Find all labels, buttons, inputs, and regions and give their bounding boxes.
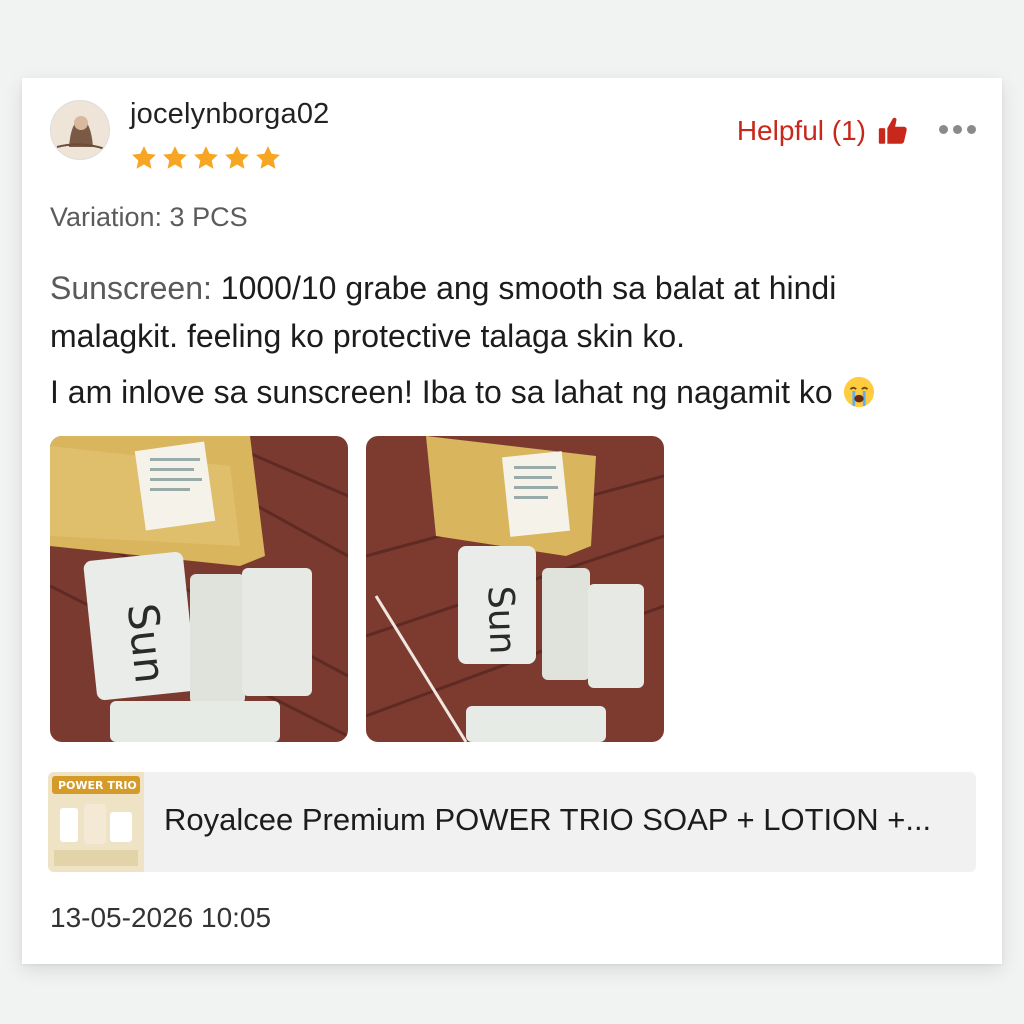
helpful-button[interactable]: Helpful (1) (737, 114, 910, 148)
helpful-label: Helpful (1) (736, 115, 866, 146)
product-thumb-text: POWER TRIO (58, 779, 137, 792)
photo-text-2: Sun (479, 585, 522, 655)
star-icon (132, 146, 156, 169)
more-options-icon[interactable] (939, 122, 976, 136)
star-icon (163, 146, 187, 169)
more-dot (967, 124, 976, 134)
photo-text-1: Sun (118, 601, 175, 686)
review-body-label: Sunscreen: (50, 270, 212, 306)
star-icon (225, 146, 249, 169)
avatar[interactable] (50, 100, 110, 160)
more-dot (939, 124, 948, 134)
review-line-2: malagkit. feeling ko protective talaga s… (50, 318, 685, 354)
review-text: Sunscreen: 1000/10 grabe ang smooth sa b… (50, 264, 970, 416)
more-dot (953, 124, 962, 134)
reviewer-username[interactable]: jocelynborga02 (130, 98, 330, 131)
product-name: Royalcee Premium POWER TRIO SOAP + LOTIO… (164, 802, 932, 837)
review-line-3: I am inlove sa sunscreen! Iba to sa laha… (50, 374, 842, 410)
review-photo-1[interactable]: Sun (50, 436, 348, 742)
star-rating (130, 144, 282, 172)
crying-face-emoji-icon (843, 376, 874, 408)
review-line-1: 1000/10 grabe ang smooth sa balat at hin… (211, 270, 837, 306)
star-icon (194, 146, 218, 169)
review-card: jocelynborga02 Helpful (1) Variation: 3 … (22, 78, 1002, 964)
review-photo-2[interactable]: Sun (366, 436, 664, 742)
review-timestamp: 13-05-2026 10:05 (50, 902, 272, 933)
thumbs-up-icon (878, 117, 907, 144)
product-thumbnail: POWER TRIO (48, 772, 144, 872)
star-icon (256, 146, 280, 169)
product-link[interactable]: POWER TRIO Royalcee Premium POWER TRIO S… (48, 772, 976, 872)
variation-label: Variation: 3 PCS (50, 202, 248, 232)
